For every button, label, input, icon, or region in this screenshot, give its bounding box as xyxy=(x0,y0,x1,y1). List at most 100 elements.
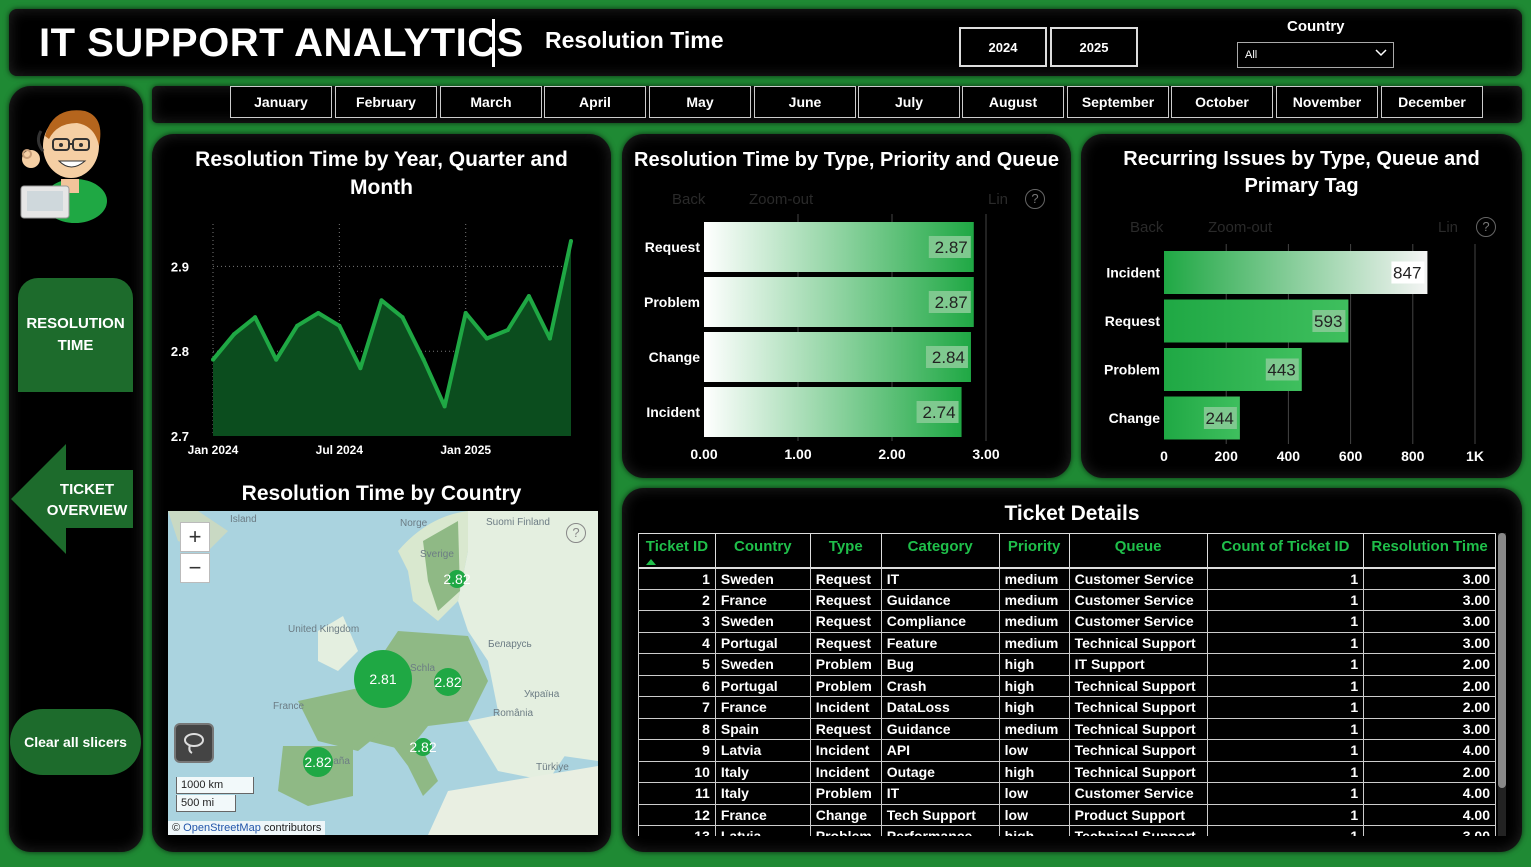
data-point[interactable] xyxy=(547,336,552,341)
data-point[interactable] xyxy=(211,357,215,362)
table-row[interactable]: 2 France Request Guidance medium Customer Ser… xyxy=(638,588,1496,611)
month-may-button[interactable]: May xyxy=(649,86,751,118)
bar[interactable] xyxy=(1164,251,1428,294)
month-january-button[interactable]: January xyxy=(230,86,332,118)
map-bubble[interactable] xyxy=(414,738,432,756)
month-october-button[interactable]: October xyxy=(1171,86,1273,118)
column-header[interactable]: Resolution Time xyxy=(1363,533,1496,569)
data-point[interactable] xyxy=(569,238,573,243)
column-header[interactable]: Count of Ticket ID xyxy=(1206,533,1365,569)
table-row[interactable]: 3 Sweden Request Compliance medium Customer S… xyxy=(638,610,1496,633)
help-icon[interactable]: ? xyxy=(1025,189,1045,209)
visual-zoom-out-button[interactable]: Zoom-out xyxy=(749,191,813,208)
column-header[interactable]: Ticket ID xyxy=(638,533,716,569)
help-icon[interactable]: ? xyxy=(1476,217,1496,237)
year-2024-button[interactable]: 2024 xyxy=(959,27,1047,67)
month-november-button[interactable]: November xyxy=(1276,86,1378,118)
column-header-label: Priority xyxy=(1007,538,1061,555)
data-point[interactable] xyxy=(232,332,237,337)
data-point[interactable] xyxy=(295,323,300,328)
sort-ascending-icon[interactable] xyxy=(645,558,657,566)
month-march-button[interactable]: March xyxy=(440,86,542,118)
table-cell: Compliance xyxy=(880,610,1000,633)
category-label: Change xyxy=(1109,410,1161,426)
data-point[interactable] xyxy=(421,357,426,362)
lasso-select-button[interactable] xyxy=(174,723,214,763)
nav-ticket-overview-button[interactable]: TICKET OVERVIEW xyxy=(11,444,133,554)
column-header[interactable]: Country xyxy=(714,533,811,569)
table-row[interactable]: 13LatviaProblemPerformancehighTechnical … xyxy=(638,825,1496,836)
table-row[interactable]: 4 Portugal Request Feature medium Technical S… xyxy=(638,631,1496,654)
column-header[interactable]: Queue xyxy=(1068,533,1208,569)
recurring-bar-chart[interactable]: 0 200 400 600 800 1K Incident 847 Request 593 Prob… xyxy=(1081,239,1522,474)
map-bubble[interactable] xyxy=(303,747,333,777)
line-chart[interactable]: 2.7 2.8 2.9 Jan 2024 Jul 2024 Jan 2025 xyxy=(152,204,611,474)
table-row[interactable]: 8 Spain Request Guidance medium Technical Sup… xyxy=(638,717,1496,740)
visual-zoom-out-button[interactable]: Zoom-out xyxy=(1208,219,1272,236)
month-june-button[interactable]: June xyxy=(754,86,856,118)
y-tick-label: 2.8 xyxy=(171,344,189,359)
map-bubble[interactable] xyxy=(354,650,412,708)
table-cell: France xyxy=(714,696,811,719)
table-cell: France xyxy=(714,588,811,611)
month-september-button[interactable]: September xyxy=(1067,86,1169,118)
month-july-button[interactable]: July xyxy=(858,86,960,118)
map-zoom-in-button[interactable]: + xyxy=(180,522,210,552)
map-bubble[interactable] xyxy=(448,570,466,588)
clear-slicers-button[interactable]: Clear all slicers xyxy=(10,709,141,775)
data-point[interactable] xyxy=(253,315,258,320)
data-point[interactable] xyxy=(400,315,405,320)
table-row[interactable]: 12 France Change Tech Support low Product Sup… xyxy=(638,803,1496,826)
visual-lin-toggle[interactable]: Lin xyxy=(988,191,1008,208)
table-row[interactable]: 1 Sweden Request IT medium Customer Service 1 3… xyxy=(638,567,1496,590)
visual-back-button[interactable]: Back xyxy=(672,191,705,208)
table-row[interactable]: 5 Sweden Problem Bug high IT Support 1 2.00 xyxy=(638,653,1496,676)
nav-resolution-time-button[interactable]: RESOLUTION TIME xyxy=(18,278,133,392)
table-scrollbar-thumb[interactable] xyxy=(1498,533,1506,788)
table-cell: medium xyxy=(998,588,1070,611)
data-point[interactable] xyxy=(484,336,489,341)
attribution-suffix: contributors xyxy=(263,822,322,834)
table-row[interactable]: 10 Italy Incident Outage high Technical Suppo… xyxy=(638,760,1496,783)
nav-ticket-label: TICKET OVERVIEW xyxy=(46,481,128,519)
type-bar-chart[interactable]: 0.00 1.00 2.00 3.00 Request 2.87 Problem 2.87 Ch… xyxy=(622,209,1071,469)
x-tick-label: 2.00 xyxy=(878,446,905,462)
month-february-button[interactable]: February xyxy=(335,86,437,118)
data-point[interactable] xyxy=(442,404,447,409)
table-row[interactable]: 6 Portugal Problem Crash high Technical Suppo… xyxy=(638,674,1496,697)
table-row[interactable]: 7 France Incident DataLoss high Technical Sup… xyxy=(638,696,1496,719)
data-label: 2.87 xyxy=(935,293,968,312)
year-2025-button[interactable]: 2025 xyxy=(1050,27,1138,67)
map-help-icon[interactable]: ? xyxy=(566,523,586,543)
table-cell: IT Support xyxy=(1068,653,1208,676)
column-header[interactable]: Priority xyxy=(998,533,1070,569)
table-scrollbar-track[interactable] xyxy=(1498,533,1506,836)
month-december-button[interactable]: December xyxy=(1381,86,1483,118)
month-august-button[interactable]: August xyxy=(962,86,1064,118)
data-point[interactable] xyxy=(526,294,531,299)
visual-lin-toggle[interactable]: Lin xyxy=(1438,219,1458,236)
table-row[interactable]: 9 Latvia Incident API low Technical Support 1 4… xyxy=(638,739,1496,762)
visual-back-button[interactable]: Back xyxy=(1130,219,1163,236)
month-april-button[interactable]: April xyxy=(544,86,646,118)
country-dropdown[interactable]: All xyxy=(1237,42,1394,68)
column-header[interactable]: Category xyxy=(880,533,1000,569)
table-row[interactable]: 11 Italy Problem IT low Customer Service 1 4.00 xyxy=(638,782,1496,805)
table-cell: medium xyxy=(998,631,1070,654)
country-map[interactable]: + − ? 1000 km 500 mi © OpenStreetMap con… xyxy=(168,511,598,835)
data-point[interactable] xyxy=(274,357,279,362)
data-point[interactable] xyxy=(358,366,363,371)
map-zoom-out-button[interactable]: − xyxy=(180,553,210,583)
table-cell: 3.00 xyxy=(1363,610,1496,633)
table-cell: Problem xyxy=(809,674,882,697)
map-bubble[interactable] xyxy=(434,668,462,696)
x-tick-label: 600 xyxy=(1339,448,1363,464)
data-point[interactable] xyxy=(505,328,510,332)
data-point[interactable] xyxy=(463,311,468,316)
lasso-icon xyxy=(184,733,204,754)
osm-link[interactable]: OpenStreetMap xyxy=(183,822,261,834)
column-header[interactable]: Type xyxy=(809,533,882,569)
data-point[interactable] xyxy=(316,311,321,316)
data-point[interactable] xyxy=(379,298,384,303)
data-point[interactable] xyxy=(337,323,342,328)
